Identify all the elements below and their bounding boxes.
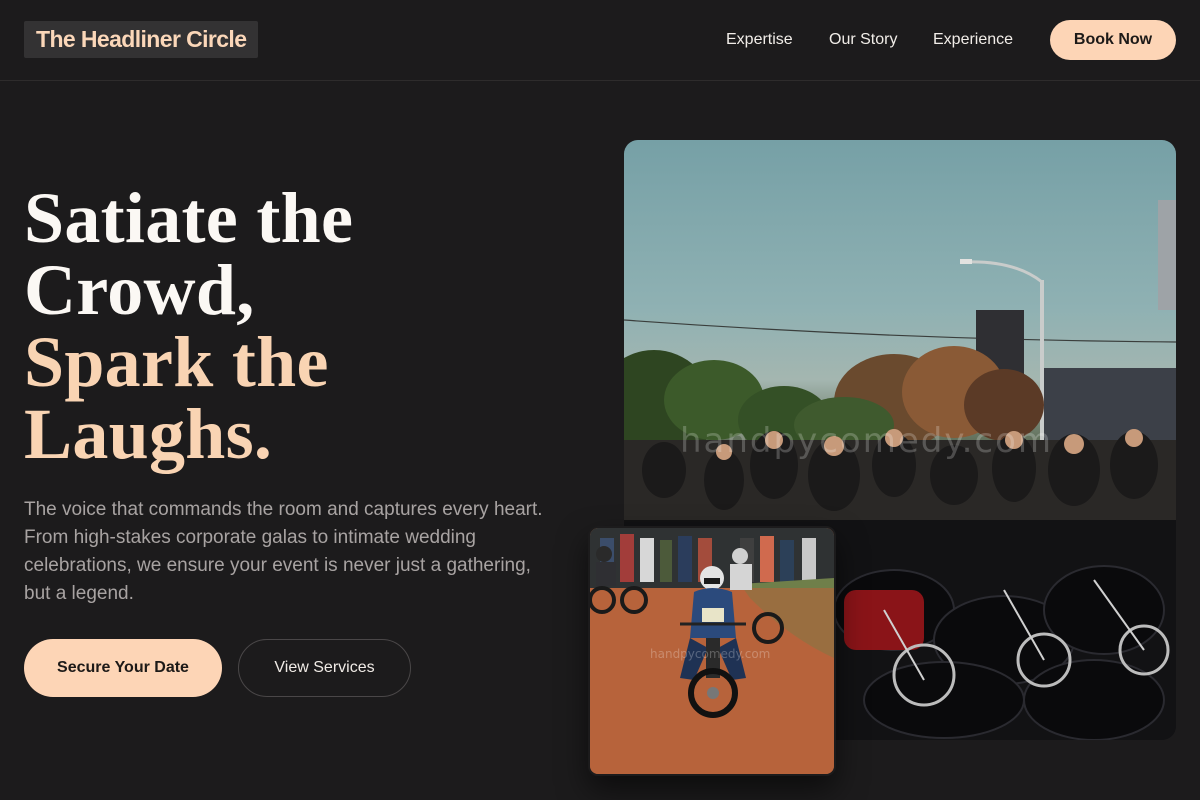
dirt-rider-illustration: handpycomedy.com [590,528,834,774]
hero-description: The voice that commands the room and cap… [24,499,543,604]
nav-link-experience[interactable]: Experience [933,30,1013,50]
nav-link-expertise[interactable]: Expertise [726,30,793,50]
site-header: The Headliner Circle Expertise Our Story… [0,0,1200,81]
view-services-button[interactable]: View Services [238,639,411,697]
hero-headline: Satiate the Crowd, Spark the Laughs. [24,182,584,470]
secure-date-button[interactable]: Secure Your Date [24,639,222,697]
headline-line-2: Crowd, [24,250,255,330]
inset-photo-dirt-rider: handpycomedy.com [588,526,836,776]
headline-line-4: Laughs. [24,394,273,474]
brand-logo[interactable]: The Headliner Circle [24,21,259,58]
headline-line-1: Satiate the [24,178,354,258]
main-photo-watermark: handpycomedy.com [680,421,1053,461]
nav-link-our-story[interactable]: Our Story [829,30,897,50]
headline-line-3: Spark the [24,322,329,402]
book-now-button[interactable]: Book Now [1050,20,1176,60]
inset-photo-watermark: handpycomedy.com [650,647,770,661]
